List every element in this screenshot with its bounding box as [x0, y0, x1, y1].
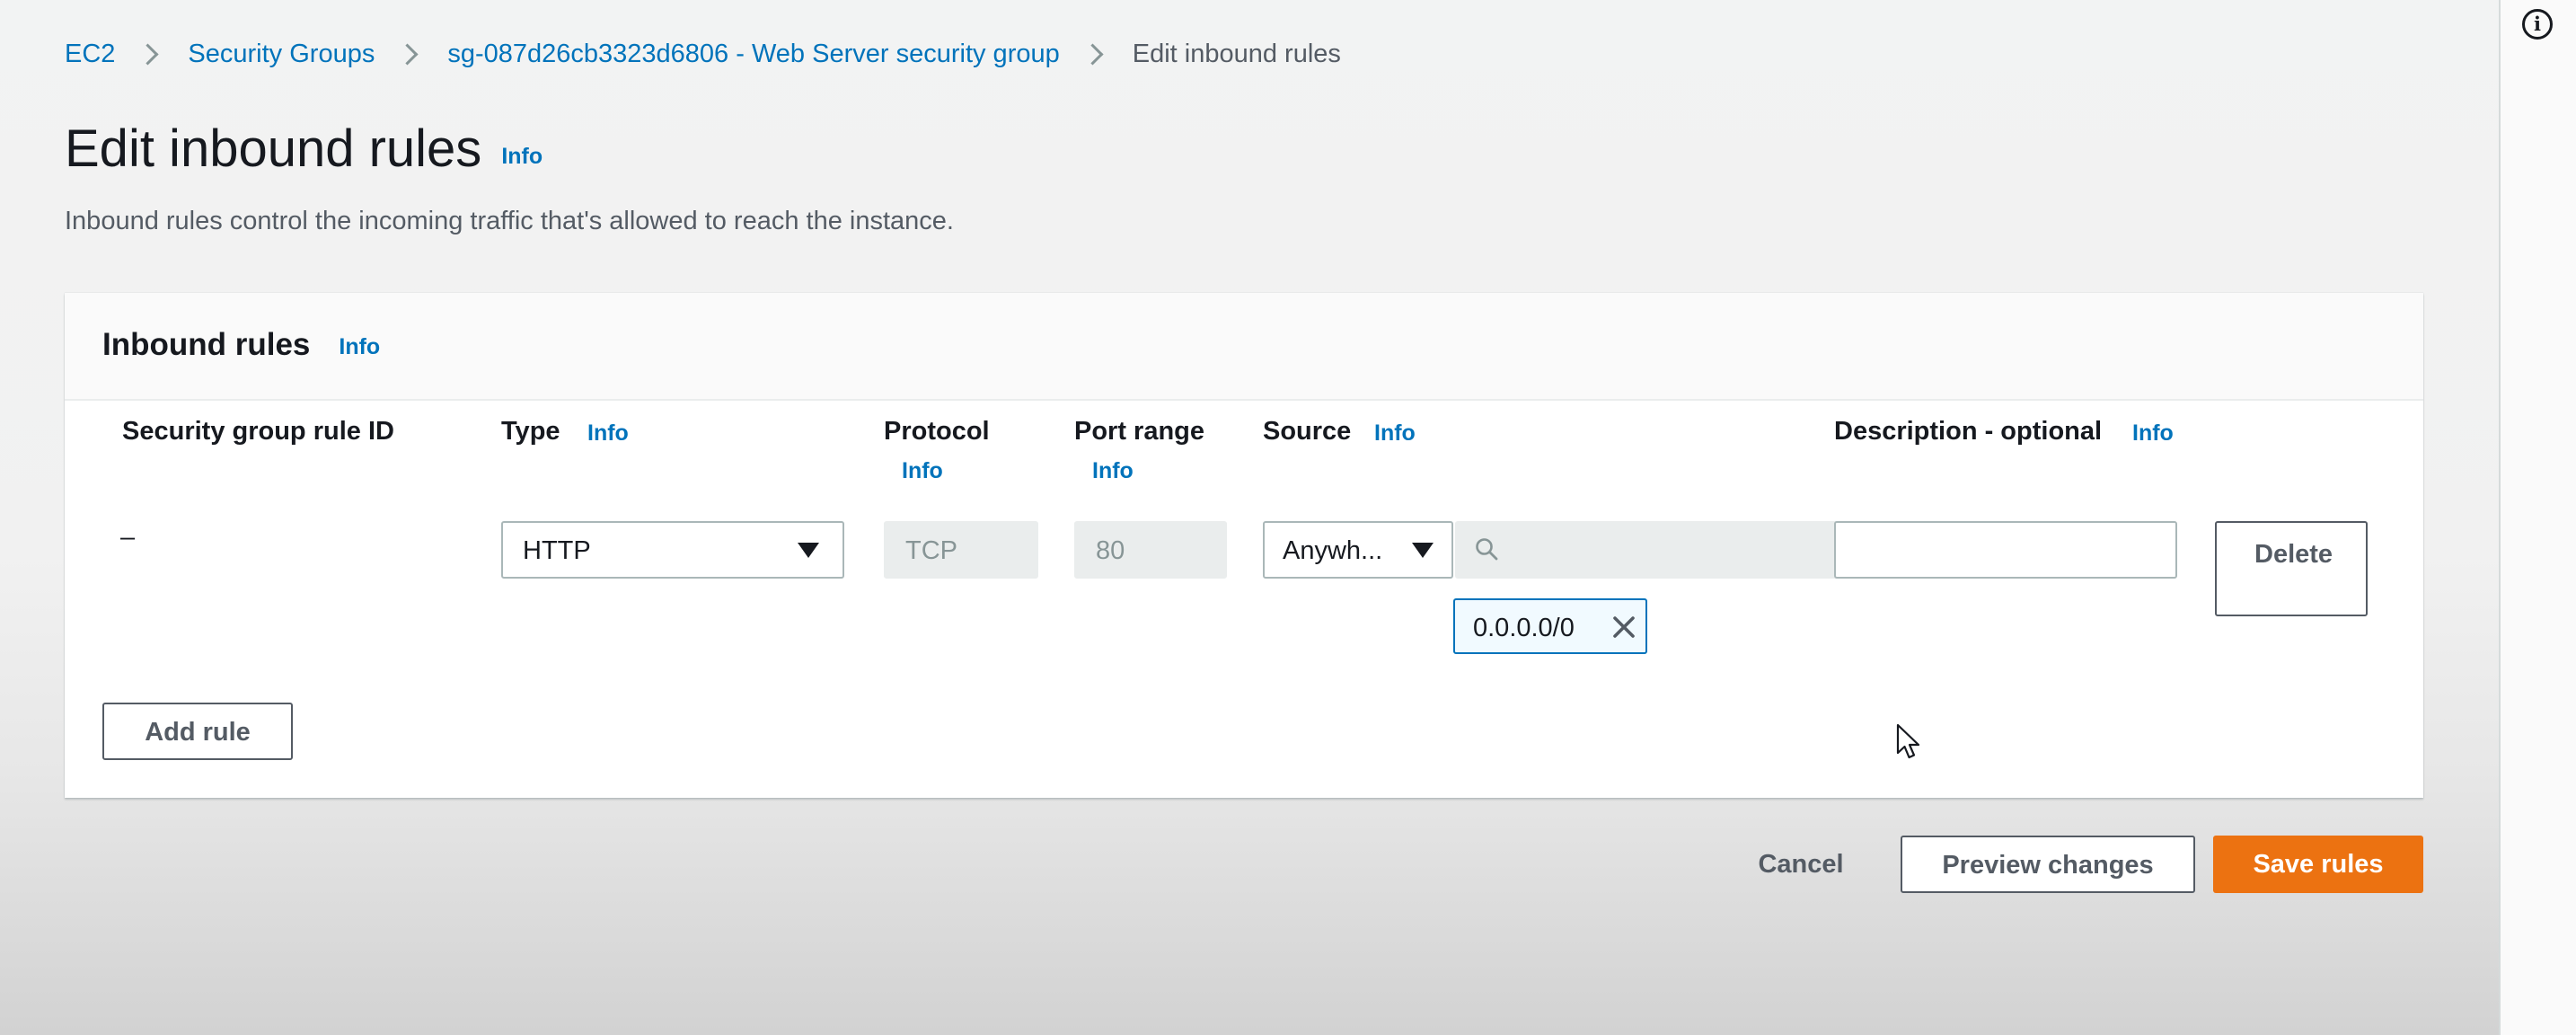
protocol-value: TCP [905, 536, 957, 565]
port-range-info-link[interactable]: Info [1092, 458, 1134, 484]
port-range-field: 80 [1074, 521, 1227, 579]
chevron-right-icon [1081, 42, 1104, 66]
close-icon[interactable] [1608, 611, 1640, 643]
title-info-link[interactable]: Info [501, 144, 543, 170]
rule-id-value: – [120, 523, 136, 552]
column-header-source: Source [1263, 417, 1352, 446]
cidr-search-input[interactable] [1455, 521, 1865, 579]
info-circle-icon[interactable]: i [2522, 9, 2553, 40]
type-info-link[interactable]: Info [587, 420, 629, 447]
page-description: Inbound rules control the incoming traff… [65, 207, 954, 235]
breadcrumb-ec2[interactable]: EC2 [65, 40, 115, 69]
panel-title-row: Inbound rules Info [102, 327, 380, 363]
protocol-info-link[interactable]: Info [902, 458, 943, 484]
search-icon [1476, 538, 1498, 561]
column-header-rule-id: Security group rule ID [122, 417, 394, 446]
add-rule-button[interactable]: Add rule [102, 703, 293, 760]
add-rule-label: Add rule [145, 718, 251, 747]
page-header: Edit inbound rules Info [65, 117, 543, 180]
help-panel-rail [2499, 0, 2576, 1035]
breadcrumb-security-group[interactable]: sg-087d26cb3323d6806 - Web Server securi… [447, 40, 1059, 69]
delete-rule-label: Delete [2254, 540, 2333, 569]
source-info-link[interactable]: Info [1374, 420, 1416, 447]
source-select[interactable]: Anywh... [1263, 521, 1453, 579]
port-range-value: 80 [1096, 536, 1125, 565]
caret-down-icon [798, 543, 819, 558]
description-input[interactable] [1834, 521, 2177, 579]
column-header-description: Description - optional [1834, 417, 2103, 446]
cidr-token-label: 0.0.0.0/0 [1473, 614, 1575, 642]
type-select[interactable]: HTTP [501, 521, 844, 579]
breadcrumb-security-groups[interactable]: Security Groups [188, 40, 375, 69]
panel-title: Inbound rules [102, 327, 311, 362]
column-header-protocol: Protocol [884, 417, 990, 446]
preview-changes-button[interactable]: Preview changes [1901, 836, 2195, 893]
type-select-value: HTTP [523, 536, 591, 565]
save-rules-label: Save rules [2253, 850, 2384, 879]
protocol-field: TCP [884, 521, 1038, 579]
column-header-port-range: Port range [1074, 417, 1205, 446]
inbound-rules-panel: Inbound rules Info Security group rule I… [65, 293, 2423, 798]
cidr-token: 0.0.0.0/0 [1453, 598, 1647, 654]
source-select-value: Anywh... [1283, 536, 1383, 565]
delete-rule-button[interactable]: Delete [2215, 521, 2368, 616]
description-info-link[interactable]: Info [2132, 420, 2174, 447]
cancel-label: Cancel [1758, 850, 1844, 879]
breadcrumb: EC2 Security Groups sg-087d26cb3323d6806… [65, 36, 1341, 72]
page-title: Edit inbound rules [65, 119, 482, 178]
breadcrumb-current: Edit inbound rules [1132, 39, 1341, 68]
column-header-type: Type [501, 417, 560, 446]
caret-down-icon [1412, 543, 1434, 558]
preview-changes-label: Preview changes [1942, 851, 2154, 880]
mouse-cursor-icon [1896, 723, 1920, 759]
panel-header: Inbound rules Info [65, 293, 2423, 401]
chevron-right-icon [137, 42, 159, 66]
chevron-right-icon [396, 42, 419, 66]
panel-info-link[interactable]: Info [339, 334, 380, 360]
cancel-button[interactable]: Cancel [1734, 836, 1868, 893]
save-rules-button[interactable]: Save rules [2213, 836, 2423, 893]
